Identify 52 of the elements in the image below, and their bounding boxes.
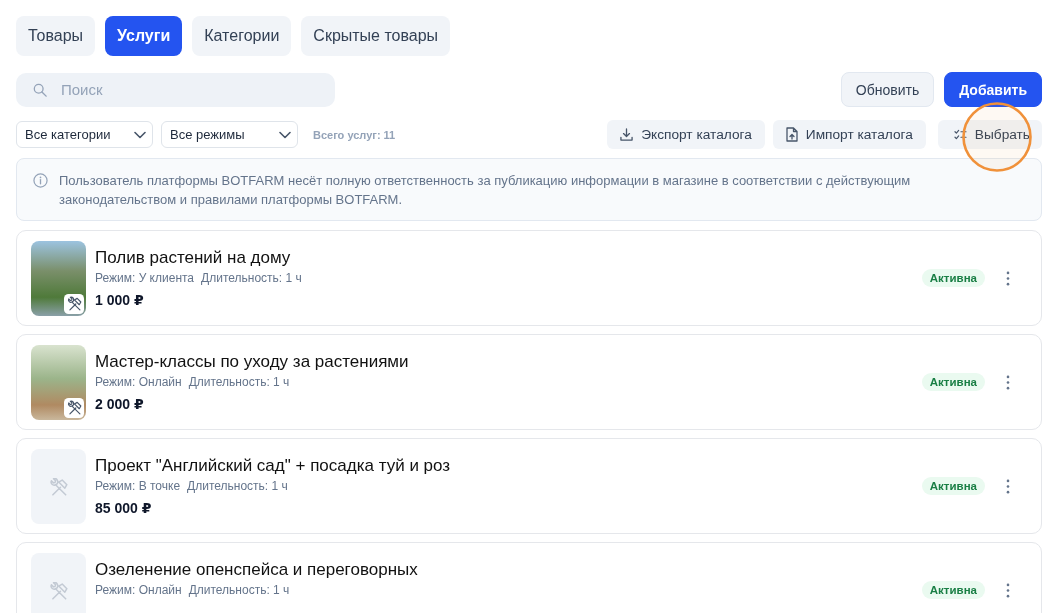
total-count: Всего услуг: 11 bbox=[313, 128, 396, 141]
tools-icon bbox=[49, 477, 68, 496]
service-duration: Длительность: 1 ч bbox=[188, 583, 290, 598]
tab[interactable]: Товары bbox=[16, 16, 96, 56]
search-field[interactable]: Поиск bbox=[16, 72, 335, 107]
tools-icon bbox=[49, 581, 68, 600]
status-badge: Активна bbox=[921, 581, 985, 599]
service-title: Озеленение опенспейса и переговорных bbox=[95, 560, 418, 580]
service-mode: Режим: У клиента bbox=[95, 271, 195, 286]
import-button[interactable]: Импорт каталога bbox=[772, 120, 926, 149]
chevron-icon bbox=[279, 130, 291, 139]
info-icon bbox=[33, 173, 48, 188]
more-icon bbox=[1006, 270, 1010, 286]
service-price: 2 000 ₽ bbox=[95, 396, 144, 413]
status-badge: Активна bbox=[921, 269, 985, 287]
service-mode: Режим: В точке bbox=[95, 479, 181, 494]
download-icon bbox=[620, 128, 634, 141]
tab[interactable]: Услуги bbox=[105, 16, 183, 56]
service-card[interactable]: Мастер-классы по уходу за растениями Режим: Онлайн Длительность: 1 ч 2 000 ₽ Активна bbox=[16, 334, 1042, 430]
filter-select[interactable]: Все категории bbox=[16, 121, 153, 148]
tools-icon bbox=[64, 294, 84, 314]
more-icon bbox=[1006, 478, 1010, 494]
status-badge: Активна bbox=[921, 373, 985, 391]
more-icon bbox=[1006, 374, 1010, 390]
tab[interactable]: Скрытые товары bbox=[301, 16, 451, 56]
service-card[interactable]: Проект "Английский сад" + посадка туй и роз Режим: В точке Длительность: 1 ч 85 000 ₽ Активна bbox=[16, 438, 1042, 534]
file-arrow-icon bbox=[785, 127, 798, 142]
filter-select[interactable]: Все режимы bbox=[161, 121, 298, 148]
refresh-button[interactable]: Обновить bbox=[840, 72, 935, 107]
search-icon bbox=[33, 82, 47, 97]
service-mode: Режим: Онлайн bbox=[95, 583, 182, 598]
add-button[interactable]: Добавить bbox=[944, 72, 1042, 107]
service-mode: Режим: Онлайн bbox=[95, 375, 182, 390]
chevron-icon bbox=[134, 130, 146, 139]
checklist-icon bbox=[953, 129, 967, 140]
more-icon bbox=[1006, 582, 1010, 598]
service-price: 85 000 ₽ bbox=[95, 500, 152, 517]
notice-text: Пользователь платформы BOTFARM несёт полную ответственность за публикацию информации в магазине в соответствии с действующим законодательством и правилами платформы BOTFARM. bbox=[59, 172, 912, 209]
service-card[interactable]: Озеленение опенспейса и переговорных Режим: Онлайн Длительность: 1 ч Активна bbox=[16, 542, 1042, 613]
status-badge: Активна bbox=[921, 477, 985, 495]
tab[interactable]: Категории bbox=[192, 16, 292, 56]
service-card[interactable]: Полив растений на дому Режим: У клиента Длительность: 1 ч 1 000 ₽ Активна bbox=[16, 230, 1042, 326]
service-duration: Длительность: 1 ч bbox=[188, 375, 290, 390]
service-title: Проект "Английский сад" + посадка туй и роз bbox=[95, 456, 451, 476]
service-title: Полив растений на дому bbox=[95, 248, 291, 268]
service-title: Мастер-классы по уходу за растениями bbox=[95, 352, 409, 372]
service-duration: Длительность: 1 ч bbox=[201, 271, 302, 286]
export-button[interactable]: Экспорт каталога bbox=[607, 120, 765, 149]
service-duration: Длительность: 1 ч bbox=[187, 479, 288, 494]
highlight-circle bbox=[961, 102, 1032, 172]
service-price: 1 000 ₽ bbox=[95, 292, 144, 309]
tools-icon bbox=[64, 398, 84, 418]
